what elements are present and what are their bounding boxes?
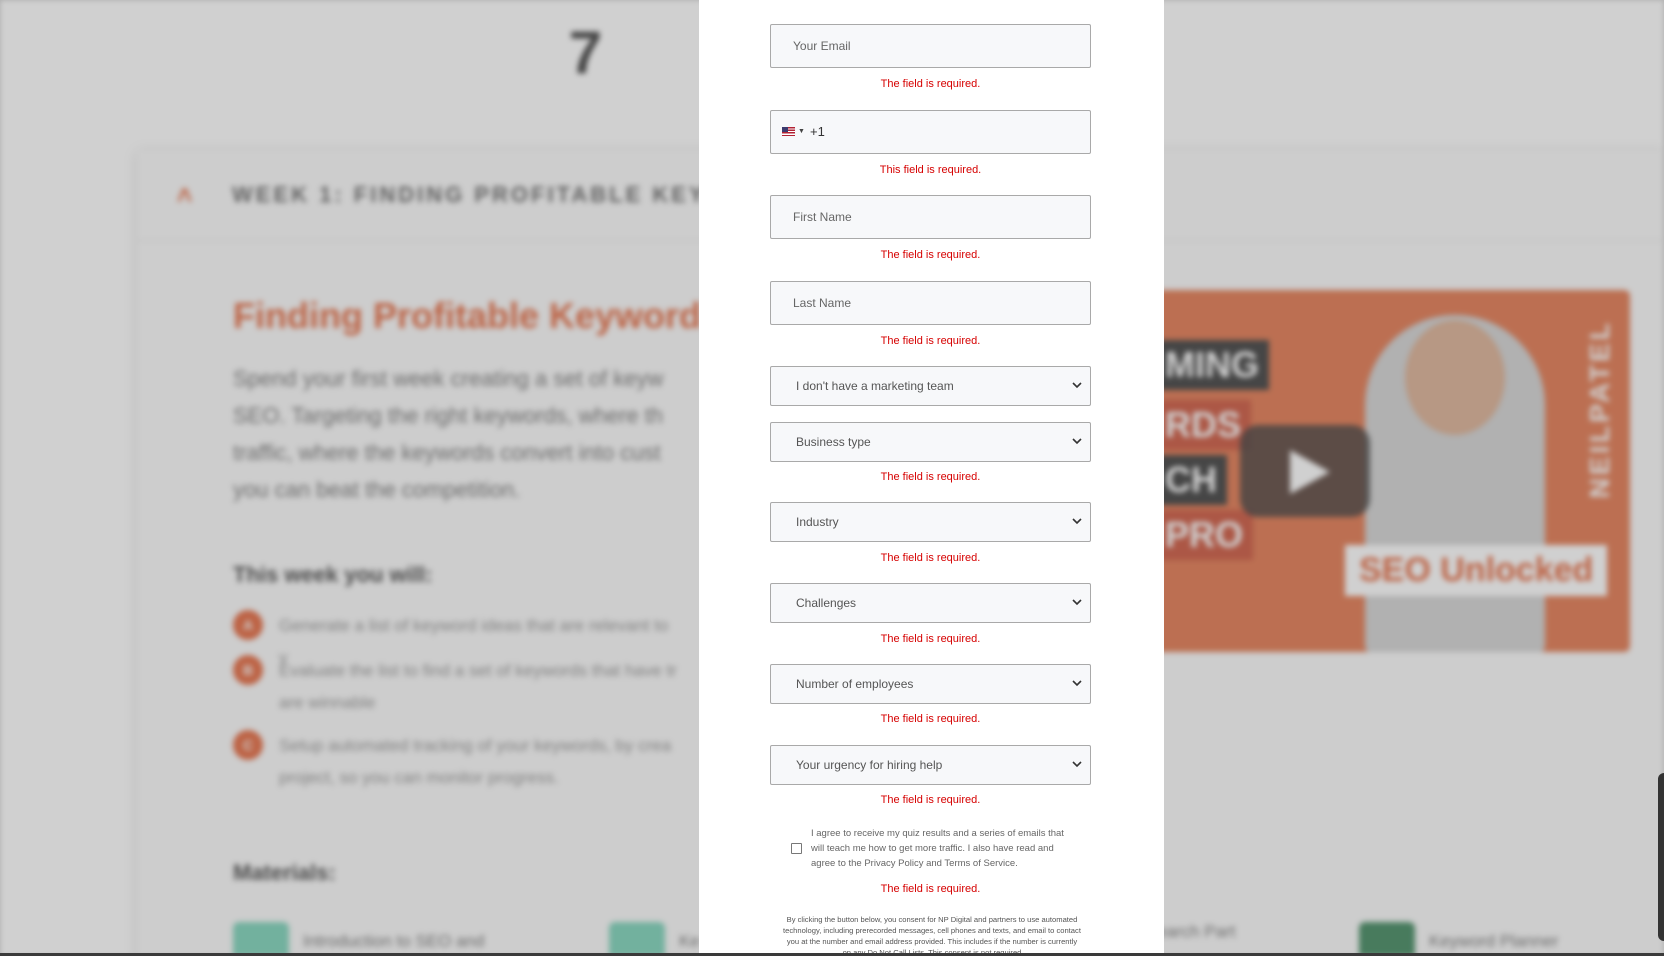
side-widget-tab[interactable] (1658, 773, 1664, 941)
disclaimer-text: By clicking the button below, you consen… (783, 915, 1081, 956)
challenges-value: Challenges (796, 596, 857, 610)
consent-error: The field is required. (880, 883, 981, 895)
marketing-team-select[interactable]: I don't have a marketing team (770, 366, 1091, 406)
first-name-error: The field is required. (880, 249, 981, 261)
email-field[interactable]: Your Email (770, 24, 1091, 68)
phone-error: This field is required. (879, 164, 982, 176)
employees-select[interactable]: Number of employees (770, 664, 1091, 704)
chevron-down-icon (1072, 680, 1082, 687)
us-flag-icon[interactable] (782, 127, 795, 136)
chevron-down-icon[interactable]: ▼ (798, 111, 805, 153)
industry-select[interactable]: Industry (770, 502, 1091, 542)
chevron-down-icon (1072, 599, 1082, 606)
phone-field[interactable]: ▼ +1 (770, 110, 1091, 154)
last-name-field[interactable]: Last Name (770, 281, 1091, 325)
chevron-down-icon (1072, 438, 1082, 445)
first-name-placeholder: First Name (793, 210, 852, 224)
consent-text: I agree to receive my quiz results and a… (811, 828, 1064, 869)
chevron-down-icon (1072, 761, 1082, 768)
phone-country-code: +1 (810, 124, 825, 139)
consent-checkbox[interactable] (791, 843, 802, 854)
first-name-field[interactable]: First Name (770, 195, 1091, 239)
urgency-value: Your urgency for hiring help (796, 758, 943, 772)
marketing-team-value: I don't have a marketing team (796, 379, 954, 393)
email-placeholder: Your Email (793, 39, 851, 53)
urgency-error: The field is required. (880, 794, 981, 806)
lead-form-modal: Your Email The field is required. ▼ +1 T… (699, 0, 1164, 956)
chevron-down-icon (1072, 382, 1082, 389)
industry-value: Industry (796, 515, 839, 529)
business-type-error: The field is required. (880, 471, 981, 483)
business-type-value: Business type (796, 435, 871, 449)
chevron-down-icon (1072, 518, 1082, 525)
employees-value: Number of employees (796, 677, 914, 691)
last-name-error: The field is required. (880, 335, 981, 347)
employees-error: The field is required. (880, 713, 981, 725)
business-type-select[interactable]: Business type (770, 422, 1091, 462)
email-error: The field is required. (880, 78, 981, 90)
challenges-select[interactable]: Challenges (770, 583, 1091, 623)
urgency-select[interactable]: Your urgency for hiring help (770, 745, 1091, 785)
last-name-placeholder: Last Name (793, 296, 852, 310)
challenges-error: The field is required. (880, 633, 981, 645)
industry-error: The field is required. (880, 552, 981, 564)
